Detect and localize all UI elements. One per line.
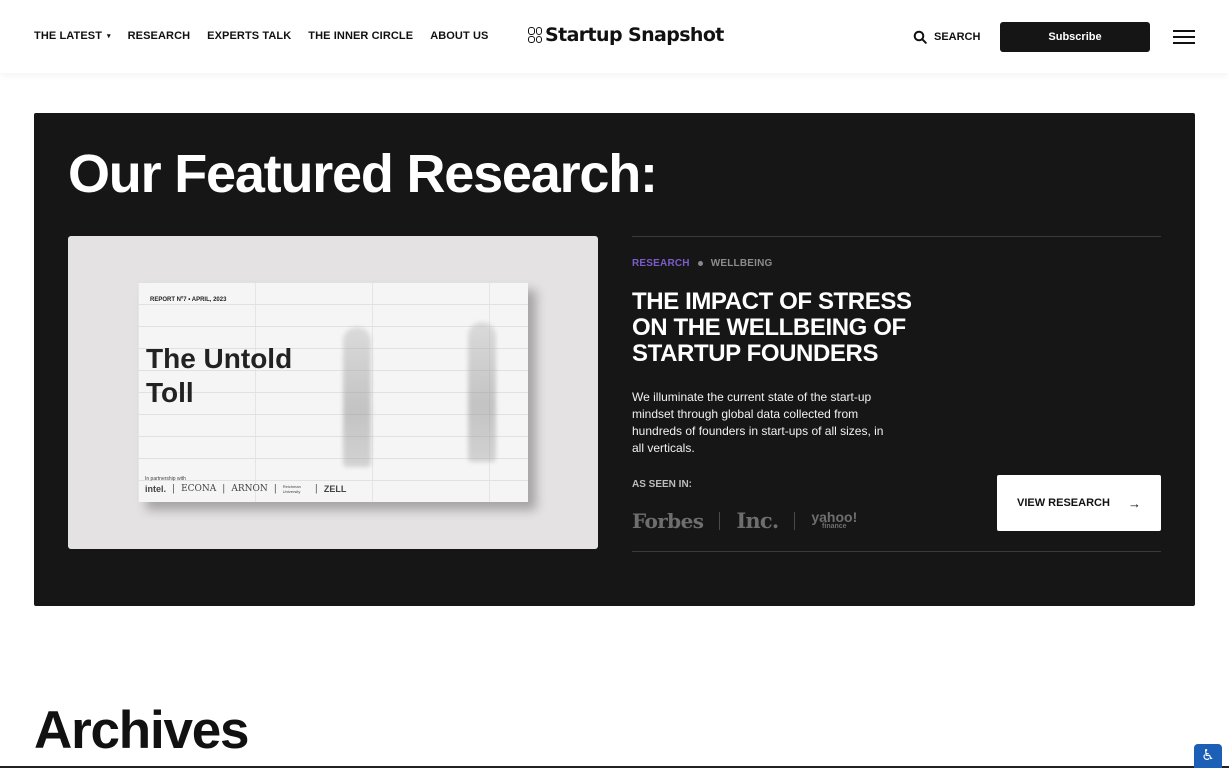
nav-item-label: THE LATEST (34, 30, 103, 42)
search-label: SEARCH (934, 31, 981, 43)
site-logo[interactable]: Startup Snapshot (528, 24, 724, 46)
partner-logo: ZELL (323, 484, 347, 494)
report-cover: REPORT Nº7 • APRIL, 2023 The Untold Toll… (138, 282, 528, 502)
report-cover-image[interactable]: REPORT Nº7 • APRIL, 2023 The Untold Toll… (68, 236, 598, 549)
search-icon (913, 30, 927, 44)
research-description: We illuminate the current state of the s… (632, 390, 884, 455)
research-tags: RESEARCH WELLBEING (632, 258, 1161, 269)
report-partners: intel. | ECONA | ARNON | Reichman Universit… (145, 484, 347, 494)
nav-item-inner-circle[interactable]: THE INNER CIRCLE (308, 30, 413, 42)
nav-item-about-us[interactable]: ABOUT US (430, 30, 488, 42)
caret-down-icon: ▾ (107, 33, 111, 40)
partner-logo: Reichman University (282, 484, 301, 494)
logo-divider (794, 511, 796, 530)
tag-research[interactable]: RESEARCH (632, 258, 690, 269)
yahoo-finance-logo: yahoo! finance (811, 510, 857, 531)
divider (632, 236, 1161, 237)
report-partners-label: In partnership with (145, 476, 186, 482)
nav-item-the-latest[interactable]: THE LATEST ▾ (34, 30, 111, 42)
featured-heading: Our Featured Research: (68, 144, 658, 204)
hamburger-menu-icon[interactable] (1173, 30, 1195, 44)
research-headline[interactable]: THE IMPACT OF STRESS ON THE WELLBEING OF… (632, 289, 932, 367)
logo-mark-icon (528, 27, 542, 43)
subscribe-button[interactable]: Subscribe (1000, 22, 1150, 52)
view-research-button[interactable]: VIEW RESEARCH → (997, 475, 1161, 531)
search-button[interactable]: SEARCH (913, 30, 980, 44)
view-research-label: VIEW RESEARCH (1017, 497, 1110, 509)
inc-logo: Inc. (736, 508, 779, 533)
forbes-logo: Forbes (632, 508, 704, 533)
partner-logo: ECONA (181, 484, 217, 494)
nav-item-experts-talk[interactable]: EXPERTS TALK (207, 30, 291, 42)
divider (632, 551, 1161, 552)
site-header: THE LATEST ▾ RESEARCH EXPERTS TALK THE IN… (0, 0, 1229, 73)
dot-separator (697, 261, 703, 266)
archives-heading: Archives (34, 701, 250, 760)
main-nav: THE LATEST ▾ RESEARCH EXPERTS TALK THE IN… (34, 30, 488, 42)
logo-text: Startup Snapshot (545, 24, 724, 46)
nav-item-research[interactable]: RESEARCH (128, 30, 191, 42)
arrow-right-icon: → (1128, 495, 1141, 511)
report-meta: REPORT Nº7 • APRIL, 2023 (150, 297, 227, 303)
accessibility-icon[interactable]: ♿ (1194, 744, 1222, 768)
partner-logo: intel. (145, 484, 167, 494)
report-title: The Untold Toll (146, 343, 293, 408)
partner-logo: ARNON (231, 484, 268, 494)
logo-divider (719, 511, 721, 530)
featured-research-section: Our Featured Research: REPORT Nº7 • APRI… (34, 113, 1195, 606)
tag-wellbeing[interactable]: WELLBEING (711, 258, 773, 269)
